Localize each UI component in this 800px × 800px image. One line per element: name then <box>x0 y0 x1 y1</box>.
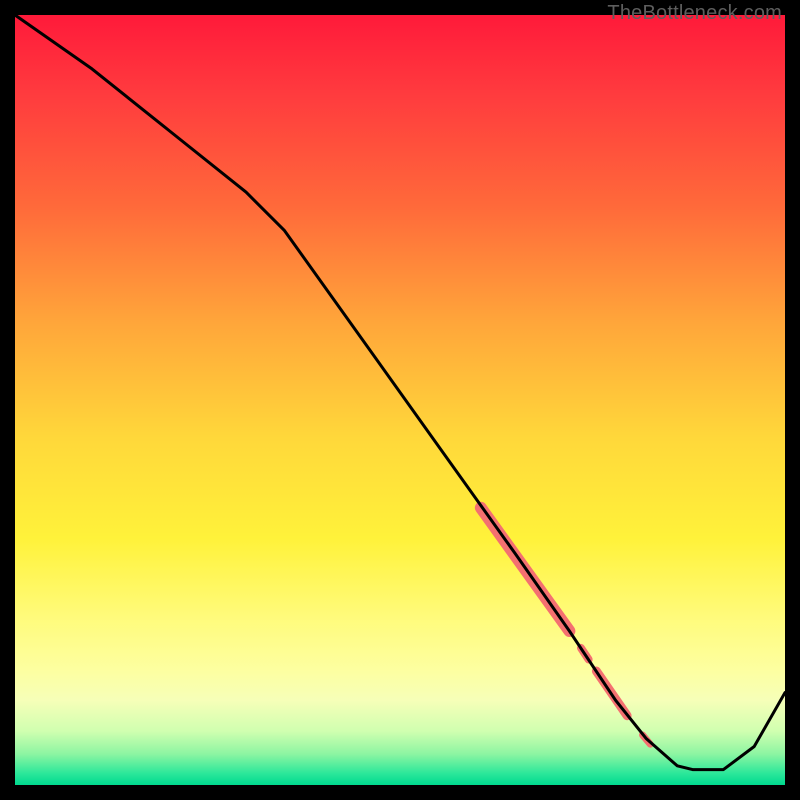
chart-background <box>15 15 785 785</box>
chart-plot-area <box>15 15 785 785</box>
chart-svg <box>15 15 785 785</box>
watermark-text: TheBottleneck.com <box>607 2 782 25</box>
